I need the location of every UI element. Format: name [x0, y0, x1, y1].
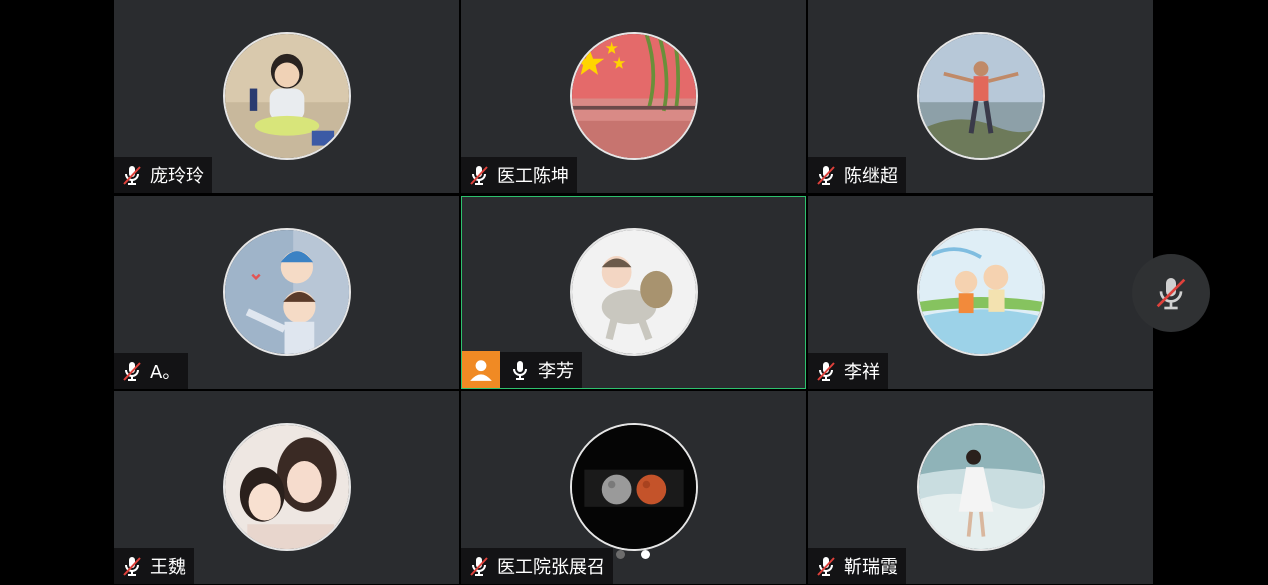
mic-muted-icon: [123, 557, 141, 576]
nameplate: 李芳: [462, 351, 582, 388]
participant-tile[interactable]: 陈继超: [808, 0, 1153, 193]
mic-muted-icon: [123, 362, 141, 381]
nameplate: 李祥: [808, 353, 888, 389]
participant-tile[interactable]: 王魏: [114, 391, 459, 584]
participant-tile[interactable]: 庞玲玲: [114, 0, 459, 193]
nameplate: 医工陈坤: [461, 157, 577, 193]
participant-name: 陈继超: [844, 166, 898, 187]
mic-muted-icon: [1156, 278, 1186, 310]
mic-muted-icon: [470, 557, 488, 576]
participant-name: 医工院张展召: [497, 557, 605, 578]
participant-tile[interactable]: 靳瑞霞: [808, 391, 1153, 584]
participant-avatar: [916, 423, 1045, 551]
page-dot-current[interactable]: [641, 550, 650, 559]
nameplate: 庞玲玲: [114, 157, 212, 193]
participant-tile[interactable]: A。: [114, 196, 459, 389]
mic-muted-icon: [817, 166, 835, 185]
participant-name: 王魏: [150, 557, 186, 578]
participant-avatar: [222, 228, 351, 356]
user-icon: [470, 360, 492, 381]
participant-name: 靳瑞霞: [844, 557, 898, 578]
participant-name: A。: [150, 362, 181, 383]
participant-name: 庞玲玲: [150, 166, 204, 187]
nameplate: 陈继超: [808, 157, 906, 193]
participant-tile-active-speaker[interactable]: 李芳: [461, 196, 806, 389]
nameplate: 王魏: [114, 548, 194, 584]
nameplate: 靳瑞霞: [808, 548, 906, 584]
nameplate: A。: [114, 353, 189, 389]
participant-avatar: [569, 228, 698, 356]
participant-avatar: [222, 32, 351, 160]
participant-name: 医工陈坤: [497, 166, 569, 187]
participant-avatar: [569, 423, 698, 551]
participant-tile[interactable]: 李祥: [808, 196, 1153, 389]
page-dot[interactable]: [616, 550, 625, 559]
mic-muted-icon: [123, 166, 141, 185]
nameplate: 医工院张展召: [461, 548, 613, 584]
participant-avatar: [569, 32, 698, 160]
mic-muted-icon: [817, 362, 835, 381]
mic-muted-icon: [817, 557, 835, 576]
host-badge: [462, 351, 500, 388]
participant-avatar: [916, 32, 1045, 160]
participant-name: 李芳: [538, 361, 574, 382]
participant-name: 李祥: [844, 362, 880, 383]
participant-avatar: [916, 228, 1045, 356]
page-indicator[interactable]: [616, 550, 650, 559]
mute-toggle-button[interactable]: [1132, 254, 1210, 332]
participant-tile[interactable]: 医工陈坤: [461, 0, 806, 193]
participant-avatar: [222, 423, 351, 551]
mic-icon: [513, 361, 527, 380]
participant-grid: 庞玲玲 医工陈坤 陈继超 A。 李芳 李祥 王魏 医工院张展召 靳瑞霞: [114, 0, 1154, 585]
mic-muted-icon: [470, 166, 488, 185]
